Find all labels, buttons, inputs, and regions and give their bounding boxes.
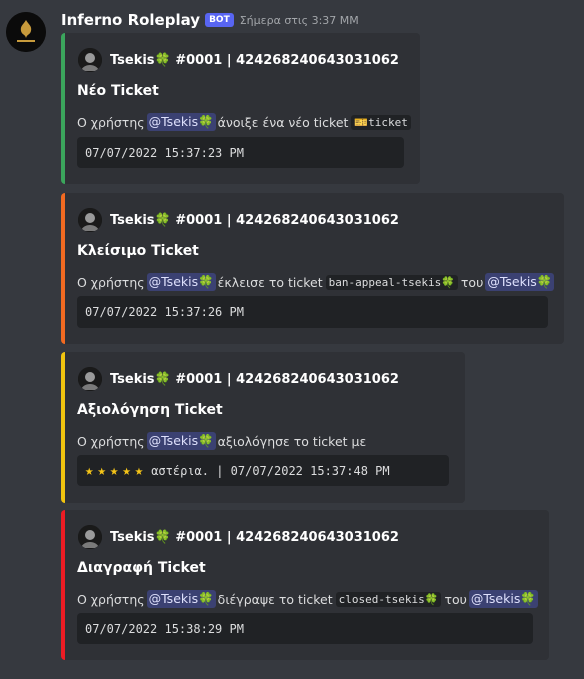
desc-text: άνοιξε ένα νέο ticket (217, 114, 349, 130)
message-header: Inferno Roleplay BOT Σήμερα στις 3:37 ΜΜ (61, 10, 359, 30)
user-mention[interactable]: @Tsekis🍀 (485, 273, 555, 291)
embed-author-name: Tsekis🍀 #0001 | 424268240643031062 (110, 52, 399, 68)
channel-name: ticket (368, 115, 408, 129)
embed-color-bar (61, 352, 65, 503)
star-icon: ★ (109, 462, 119, 479)
desc-text: Ο χρήστης (77, 114, 145, 130)
embed-color-bar (61, 510, 65, 660)
embed-rate-ticket: Tsekis🍀 #0001 | 424268240643031062 Αξιολ… (61, 352, 465, 503)
desc-text: έκλεισε το ticket (217, 274, 323, 290)
timestamp-code-block: 07/07/2022 15:37:26 PM (77, 296, 548, 328)
author-avatar (78, 367, 102, 391)
code-block-text: 07/07/2022 15:37:26 PM (85, 305, 244, 319)
embed-title: Διαγραφή Ticket (77, 560, 206, 576)
bot-username[interactable]: Inferno Roleplay (61, 11, 200, 29)
embed-color-bar (61, 33, 65, 184)
embed-description: Ο χρήστης @Tsekis🍀 διέγραψε το ticket cl… (77, 590, 540, 608)
embed-description: Ο χρήστης @Tsekis🍀 έκλεισε το ticket ban… (77, 273, 556, 291)
star-icon: ★ (97, 462, 106, 479)
star-icon: ★ (122, 462, 131, 479)
ticket-icon: 🎫 (354, 115, 369, 129)
desc-text: του (444, 591, 467, 607)
embed-author: Tsekis🍀 #0001 | 424268240643031062 (78, 208, 399, 232)
embed-title: Αξιολόγηση Ticket (77, 402, 223, 418)
embed-description: Ο χρήστης @Tsekis🍀 αξιολόγησε το ticket … (77, 432, 366, 450)
author-avatar (78, 208, 102, 232)
inferno-logo-icon (6, 12, 46, 52)
channel-code: ban-appeal-tsekis🍀 (325, 274, 458, 290)
user-avatar-icon (78, 48, 102, 72)
timestamp-code-block: 07/07/2022 15:37:23 PM (77, 137, 404, 168)
desc-text: διέγραψε το ticket (217, 591, 333, 607)
embed-title: Κλείσιμο Ticket (77, 243, 199, 259)
embed-delete-ticket: Tsekis🍀 #0001 | 424268240643031062 Διαγρ… (61, 510, 549, 660)
embed-author-name: Tsekis🍀 #0001 | 424268240643031062 (110, 212, 399, 228)
embed-author-name: Tsekis🍀 #0001 | 424268240643031062 (110, 529, 399, 545)
rating-code-block: ★ ★ ★ ★ ★ αστέρια. | 07/07/2022 15:37:48… (77, 455, 449, 486)
star-icon: ★ (85, 462, 94, 479)
embed-author: Tsekis🍀 #0001 | 424268240643031062 (78, 525, 399, 549)
bot-tag: BOT (205, 13, 234, 27)
embed-close-ticket: Tsekis🍀 #0001 | 424268240643031062 Κλείσ… (61, 193, 564, 344)
channel-code: closed-tsekis🍀 (335, 591, 442, 607)
bot-avatar[interactable] (6, 12, 46, 52)
author-avatar (78, 525, 102, 549)
user-avatar-icon (78, 525, 102, 549)
user-mention[interactable]: @Tsekis🍀 (146, 273, 216, 291)
user-mention[interactable]: @Tsekis🍀 (146, 432, 216, 450)
embed-title: Νέο Ticket (77, 83, 159, 99)
author-avatar (78, 48, 102, 72)
desc-text: Ο χρήστης (77, 591, 145, 607)
user-avatar-icon (78, 208, 102, 232)
embed-author-name: Tsekis🍀 #0001 | 424268240643031062 (110, 371, 399, 387)
desc-text: αξιολόγησε το ticket με (217, 433, 367, 449)
embed-author: Tsekis🍀 #0001 | 424268240643031062 (78, 367, 399, 391)
code-block-text: 07/07/2022 15:37:23 PM (85, 145, 244, 160)
embed-color-bar (61, 193, 65, 344)
desc-text: Ο χρήστης (77, 433, 145, 449)
timestamp-code-block: 07/07/2022 15:38:29 PM (77, 613, 533, 644)
user-mention[interactable]: @Tsekis🍀 (146, 590, 216, 608)
code-block-text: αστέρια. | 07/07/2022 15:37:48 PM (151, 463, 390, 478)
embed-description: Ο χρήστης @Tsekis🍀 άνοιξε ένα νέο ticket… (77, 113, 414, 131)
desc-text: του (460, 274, 484, 290)
message-timestamp[interactable]: Σήμερα στις 3:37 ΜΜ (240, 14, 359, 27)
channel-code: 🎫ticket (351, 114, 411, 130)
user-mention[interactable]: @Tsekis🍀 (468, 590, 538, 608)
user-mention[interactable]: @Tsekis🍀 (146, 113, 216, 131)
embed-new-ticket: Tsekis🍀 #0001 | 424268240643031062 Νέο T… (61, 33, 420, 184)
user-avatar-icon (78, 367, 102, 391)
desc-text: Ο χρήστης (77, 274, 145, 290)
code-block-text: 07/07/2022 15:38:29 PM (85, 621, 244, 636)
star-icon: ★ (134, 462, 144, 479)
embed-author: Tsekis🍀 #0001 | 424268240643031062 (78, 48, 399, 72)
